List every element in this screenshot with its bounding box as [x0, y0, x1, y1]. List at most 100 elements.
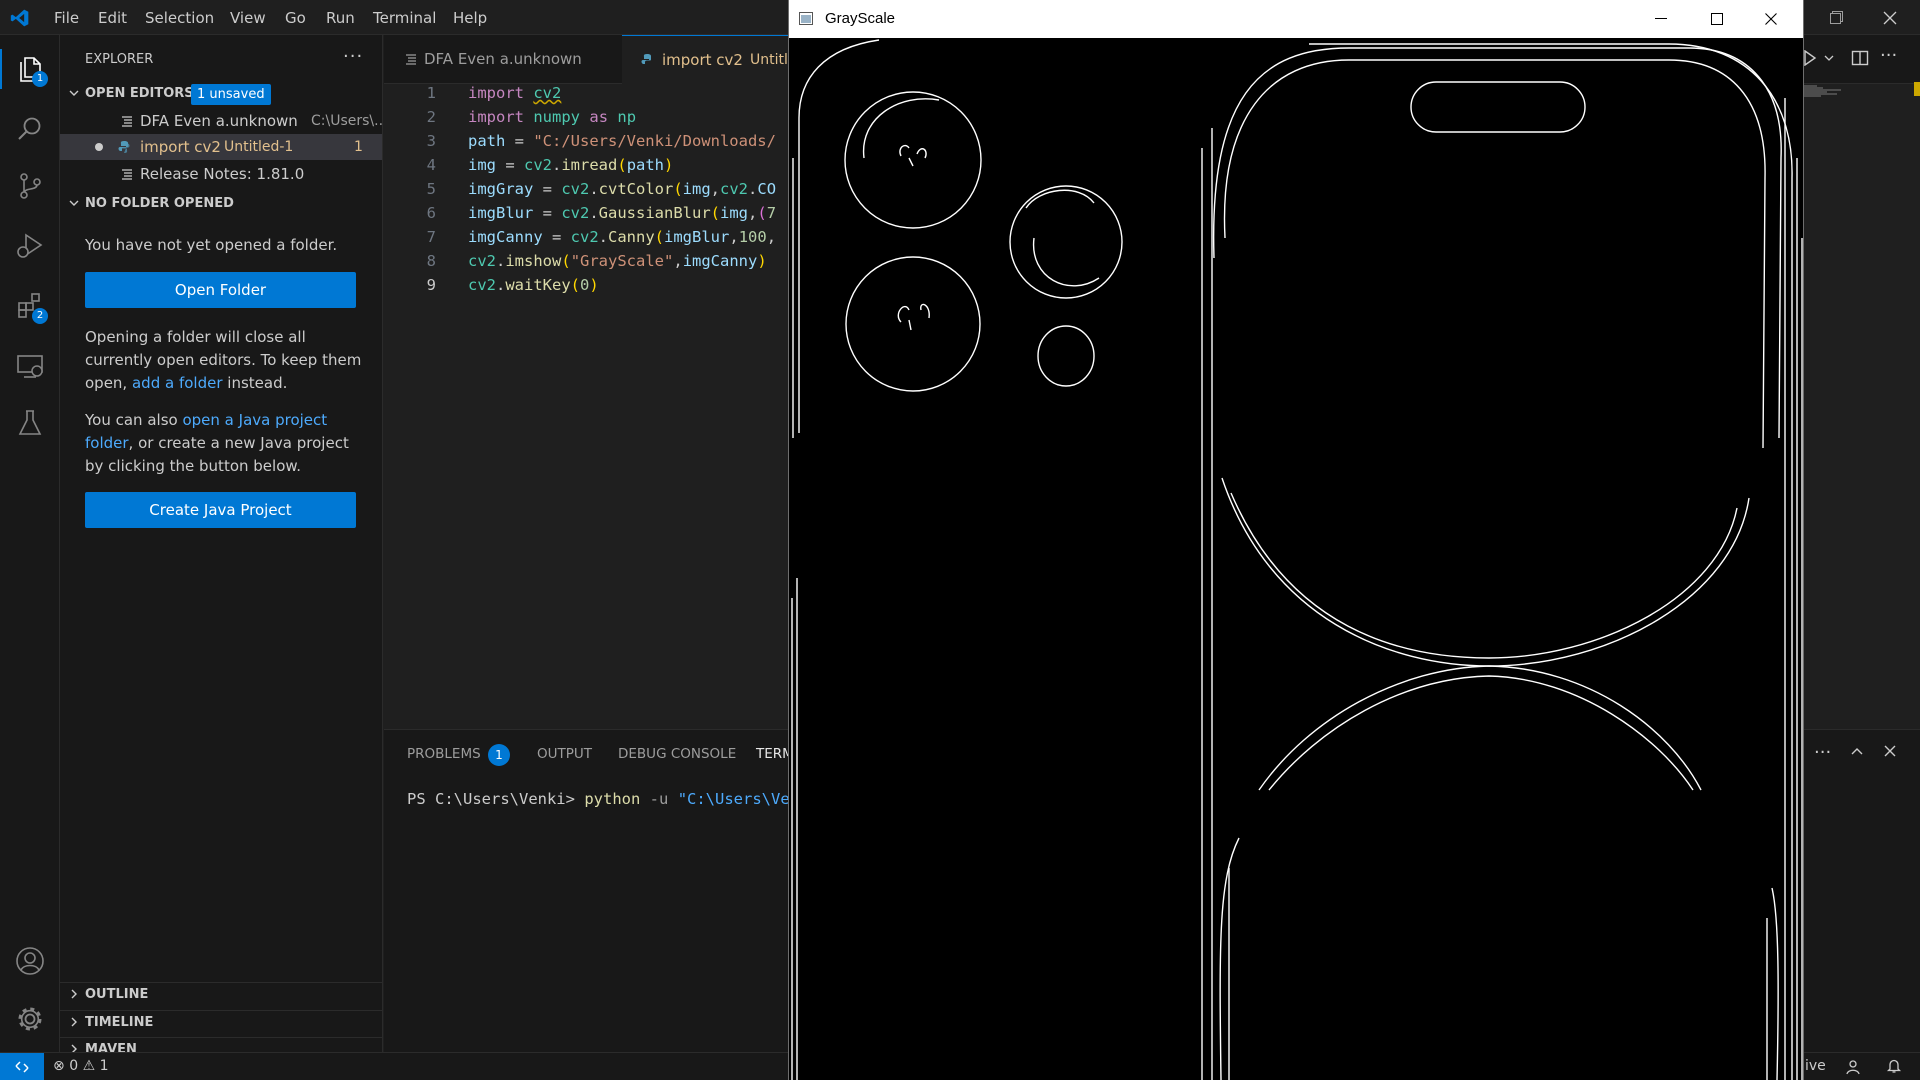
code-line[interactable]: imgGray = cv2.cvtColor(img,cv2.CO [468, 180, 776, 198]
chevron-up-icon[interactable] [1850, 744, 1864, 758]
close-icon[interactable] [1882, 10, 1898, 26]
explorer-sidebar: EXPLORER ··· OPEN EDITORS 1 unsaved DFA … [60, 35, 387, 1057]
account-icon[interactable] [14, 945, 46, 977]
open-editors-header[interactable]: OPEN EDITORS 1 unsaved [60, 82, 382, 106]
menu-view[interactable]: View [230, 9, 266, 27]
terminal-prompt: PS C:\Users\Venki> [407, 790, 575, 808]
settings-gear-icon[interactable] [14, 1003, 46, 1035]
open-editor-dfa[interactable]: DFA Even a.unknown C:\Users\... [60, 108, 387, 134]
problem-count: 1 [354, 139, 363, 155]
grayscale-window-titlebar[interactable]: GrayScale [789, 0, 1803, 38]
grayscale-window[interactable]: GrayScale [788, 0, 1804, 1080]
error-count: 0 [69, 1058, 79, 1074]
error-icon: ⊗ [53, 1058, 65, 1074]
file-text-icon [122, 116, 132, 127]
open-folder-help-text-end: instead. [227, 374, 288, 392]
tab-dfa[interactable]: DFA Even a.unknown [384, 35, 622, 84]
unsaved-dot-icon[interactable] [95, 143, 103, 151]
explorer-icon[interactable]: 1 [0, 49, 48, 89]
canny-edge-image [791, 39, 1803, 1080]
extensions-icon[interactable]: 2 [14, 290, 48, 324]
chevron-down-icon [69, 90, 79, 96]
line-number: 8 [426, 252, 436, 270]
testing-icon[interactable] [14, 407, 46, 439]
open-editor-import-cv2[interactable]: import cv2 Untitled-1 1 [60, 134, 382, 160]
maximize-icon[interactable] [1711, 13, 1723, 25]
line-number: 3 [426, 132, 436, 150]
search-icon[interactable] [14, 113, 46, 145]
chevron-right-icon [71, 989, 77, 999]
open-folder-help: Opening a folder will close all currentl… [85, 326, 365, 395]
remote-indicator[interactable] [0, 1053, 44, 1080]
open-editors-label: OPEN EDITORS [85, 86, 194, 101]
no-folder-label: NO FOLDER OPENED [85, 196, 234, 211]
line-number: 1 [426, 84, 436, 102]
unsaved-badge: 1 unsaved [191, 84, 271, 105]
minimap[interactable] [1803, 85, 1843, 97]
no-folder-header[interactable]: NO FOLDER OPENED [60, 192, 382, 216]
status-live-server[interactable]: ive [1805, 1058, 1826, 1074]
menu-selection[interactable]: Selection [145, 9, 214, 27]
run-debug-icon[interactable] [14, 230, 46, 262]
menu-help[interactable]: Help [453, 9, 487, 27]
tab-debug-console[interactable]: DEBUG CONSOLE [618, 746, 736, 762]
run-file-icon[interactable] [1803, 50, 1817, 66]
code-line[interactable]: img = cv2.imread(path) [468, 156, 673, 174]
tab-label: import cv2 [662, 51, 743, 69]
code-line[interactable]: path = "C:/Users/Venki/Downloads/ [468, 132, 776, 150]
code-line[interactable]: import cv2 [468, 84, 561, 102]
code-line[interactable]: cv2.imshow("GrayScale",imgCanny) [468, 252, 767, 270]
open-editor-name: DFA Even a.unknown [140, 112, 298, 130]
status-problems[interactable]: ⊗ 0 ⚠ 1 [53, 1058, 109, 1074]
open-editor-name: import cv2 [140, 138, 221, 156]
line-number: 7 [426, 228, 436, 246]
code-line[interactable]: import numpy as np [468, 108, 636, 126]
split-editor-icon[interactable] [1851, 49, 1869, 67]
file-text-icon [406, 54, 416, 65]
remote-icon [15, 1061, 29, 1073]
code-line[interactable]: imgCanny = cv2.Canny(imgBlur,100, [468, 228, 776, 246]
code-line[interactable]: imgBlur = cv2.GaussianBlur(img,(7 [468, 204, 776, 222]
timeline-header[interactable]: TIMELINE [60, 1010, 382, 1034]
menu-edit[interactable]: Edit [98, 9, 127, 27]
menu-file[interactable]: File [54, 9, 79, 27]
open-folder-button[interactable]: Open Folder [85, 272, 356, 308]
editor-more-actions-icon[interactable]: ··· [1880, 45, 1897, 66]
close-icon[interactable] [1765, 13, 1777, 25]
open-folder-help-text: Opening a folder will close all currentl… [85, 328, 362, 392]
minimize-icon[interactable] [1655, 18, 1667, 19]
terminal-flag: -u [649, 790, 669, 808]
remote-explorer-icon[interactable] [14, 350, 46, 382]
open-editor-release-notes[interactable]: Release Notes: 1.81.0 [60, 161, 382, 187]
warning-count: 1 [99, 1058, 109, 1074]
terminal-output[interactable]: PS C:\Users\Venki> python -u "C:\Users\V… [407, 790, 808, 808]
menu-run[interactable]: Run [326, 9, 355, 27]
chevron-down-icon[interactable] [1824, 53, 1834, 63]
code-line[interactable]: cv2.waitKey(0) [468, 276, 599, 294]
add-folder-link[interactable]: add a folder [132, 374, 223, 392]
menu-terminal[interactable]: Terminal [373, 9, 436, 27]
outline-label: OUTLINE [85, 987, 149, 1002]
warning-icon: ⚠ [82, 1058, 96, 1074]
create-java-project-button[interactable]: Create Java Project [85, 492, 356, 528]
no-folder-message: You have not yet opened a folder. [85, 236, 338, 254]
close-panel-icon[interactable] [1883, 744, 1897, 758]
tab-problems[interactable]: PROBLEMS [407, 746, 481, 762]
notifications-bell-icon[interactable] [1886, 1058, 1902, 1074]
tab-output[interactable]: OUTPUT [537, 746, 592, 762]
panel-more-actions-icon[interactable]: ··· [1814, 742, 1831, 763]
grayscale-window-title: GrayScale [825, 10, 896, 27]
open-editor-path: C:\Users\... [311, 113, 388, 129]
sidebar-title: EXPLORER [85, 52, 154, 67]
source-control-icon[interactable] [14, 170, 46, 202]
account-status-icon[interactable] [1845, 1059, 1861, 1075]
file-text-icon [122, 169, 132, 180]
restore-icon[interactable] [1830, 11, 1843, 24]
more-actions-icon[interactable]: ··· [343, 46, 363, 67]
line-number: 9 [426, 276, 436, 294]
outline-header[interactable]: OUTLINE [60, 982, 382, 1006]
menu-go[interactable]: Go [285, 9, 306, 27]
tab-label: DFA Even a.unknown [424, 50, 582, 68]
open-editor-path: Untitled-1 [224, 139, 294, 155]
extensions-badge: 2 [32, 308, 48, 324]
